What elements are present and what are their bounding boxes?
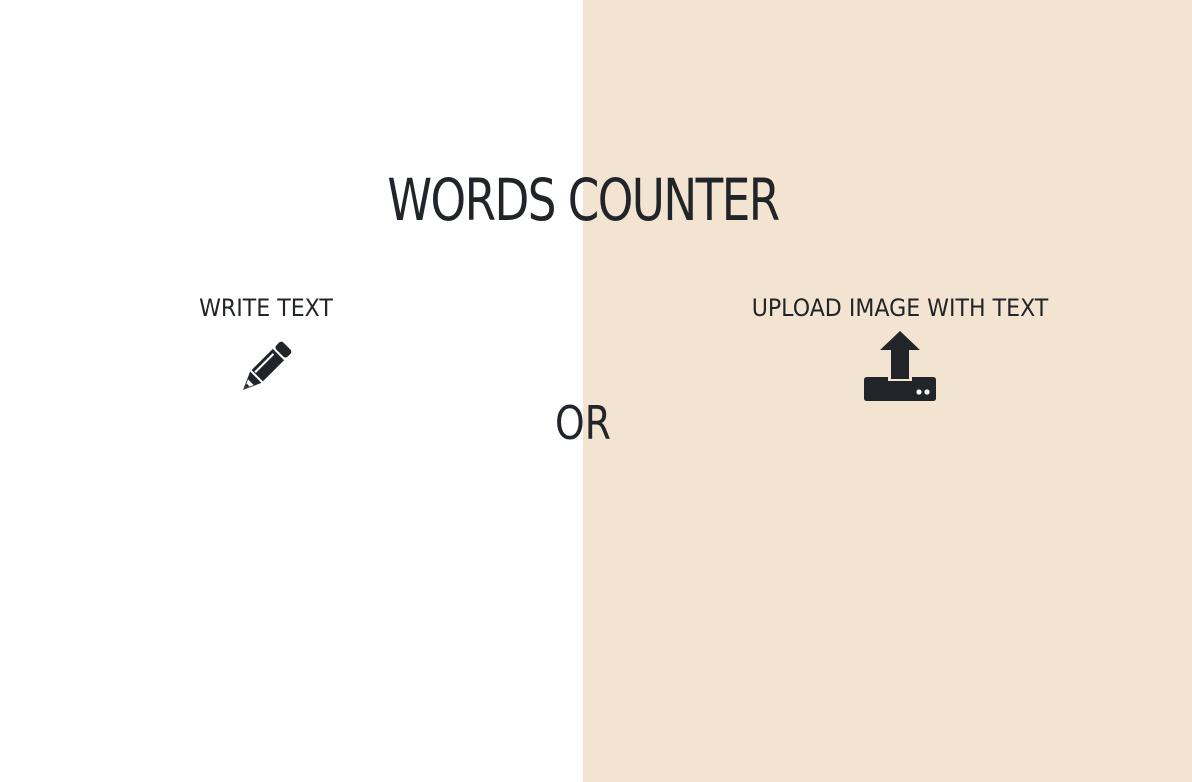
write-text-label: WRITE TEXT (199, 294, 333, 322)
or-separator: OR (555, 396, 611, 450)
pencil-icon[interactable] (232, 335, 298, 401)
write-text-option[interactable]: WRITE TEXT (166, 293, 366, 401)
upload-icon[interactable] (864, 331, 936, 401)
upload-image-option[interactable]: UPLOAD IMAGE WITH TEXT (700, 293, 1100, 401)
upload-image-label: UPLOAD IMAGE WITH TEXT (751, 294, 1049, 322)
page-title: WORDS COUNTER (387, 166, 780, 234)
